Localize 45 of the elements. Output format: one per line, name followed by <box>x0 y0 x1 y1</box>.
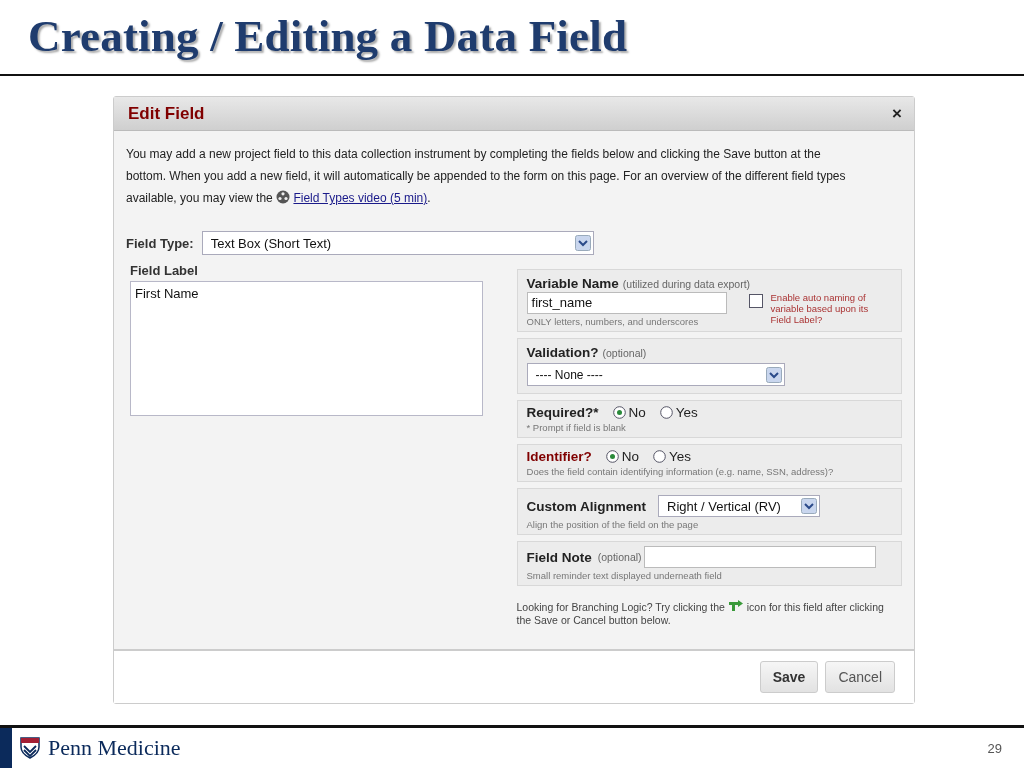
hint-text: Small reminder text displayed underneath field <box>526 570 723 581</box>
validation-select[interactable]: ---- None ---- <box>526 363 785 386</box>
radio-label: Yes <box>669 449 692 464</box>
radio-button[interactable] <box>612 406 626 419</box>
section-title: Variable Name <box>526 276 619 291</box>
checkbox-label: Enable auto naming of variable based upon its Field Label? <box>770 292 870 325</box>
section-note: (optional) <box>602 347 647 359</box>
field-label-heading: Field Label <box>130 263 198 278</box>
hint-text: Does the field contain identifying information (e.g. name, SSN, address)? <box>526 466 835 477</box>
brand-name: Penn Medicine <box>48 735 181 761</box>
section-note: (utilized during data export) <box>622 278 751 290</box>
radio-button[interactable] <box>653 450 667 463</box>
hint-text: * Prompt if field is blank <box>526 422 627 433</box>
field-type-select[interactable]: Text Box (Short Text) <box>201 231 594 255</box>
film-reel-icon <box>276 190 291 204</box>
shield-logo-icon <box>20 737 40 759</box>
section-title: Identifier? <box>526 449 592 464</box>
section-note: (optional) <box>597 551 642 563</box>
cancel-button[interactable]: Cancel <box>825 661 895 693</box>
save-button[interactable]: Save <box>759 661 819 693</box>
section-title: Custom Alignment <box>526 498 646 514</box>
branch-arrow-icon <box>727 600 744 612</box>
field-type-label: Field Type: <box>126 235 194 251</box>
close-button[interactable]: × <box>892 103 902 124</box>
section-title: Field Note <box>526 549 592 565</box>
radio-label: Yes <box>675 405 698 420</box>
hint-text: ONLY letters, numbers, and underscores <box>526 316 700 327</box>
section-title: Validation? <box>526 345 599 360</box>
radio-label: No <box>628 405 646 420</box>
variable-name-input[interactable]: first_name <box>526 292 727 314</box>
hint-text: Align the position of the field on the page <box>526 519 700 530</box>
branching-logic-note: Looking for Branching Logic? Try clicking the icon for this field after clicking the Save or Cancel button below. <box>516 600 885 627</box>
checkbox[interactable] <box>748 294 763 308</box>
field-label-textarea[interactable]: First Name <box>130 281 483 416</box>
accent-bar <box>0 728 12 768</box>
section-title: Required?* <box>526 405 599 420</box>
slide-title: Creating / Editing a Data Field <box>28 10 628 62</box>
radio-button[interactable] <box>605 450 619 463</box>
field-note-input[interactable] <box>643 546 876 568</box>
dialog-title: Edit Field <box>128 103 205 124</box>
radio-button[interactable] <box>659 406 673 419</box>
intro-text: You may add a new project field to this data collection instrument by completing the fields below and clicking the Save button at the bottom. When you add a new field, it will automatically be appended to the form on this page. For an overview of the different field types available, you may view the Field Types video (5 min). <box>126 146 847 207</box>
radio-label: No <box>621 449 640 464</box>
page-number: 29 <box>987 740 1002 756</box>
alignment-select[interactable]: Right / Vertical (RV) <box>658 495 820 517</box>
